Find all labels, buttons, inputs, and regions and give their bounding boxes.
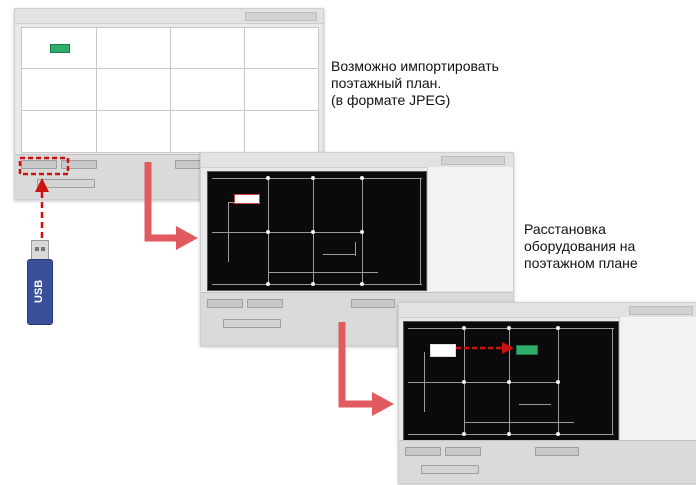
- import-caption-line-1: Возможно импортировать: [331, 58, 499, 74]
- import-caption: Возможно импортировать поэтажный план. (…: [331, 58, 499, 109]
- step-arrowhead-1: [176, 226, 198, 250]
- import-button-highlight: [18, 156, 70, 176]
- placement-caption-line-1: Расстановка: [524, 221, 606, 237]
- device-move-arrowhead: [502, 342, 514, 354]
- usb-label: USB: [33, 279, 45, 303]
- step-arrow-2: [338, 322, 374, 408]
- usb-arrowhead: [35, 178, 49, 192]
- step-arrowhead-2: [372, 392, 394, 416]
- import-caption-line-2: поэтажный план.: [331, 75, 442, 91]
- placement-caption: Расстановка оборудования на поэтажном пл…: [524, 221, 638, 272]
- placement-caption-line-3: поэтажном плане: [524, 255, 638, 271]
- import-caption-line-3: (в формате JPEG): [331, 92, 451, 108]
- step-arrow-1: [144, 162, 178, 242]
- placement-caption-line-2: оборудования на: [524, 238, 636, 254]
